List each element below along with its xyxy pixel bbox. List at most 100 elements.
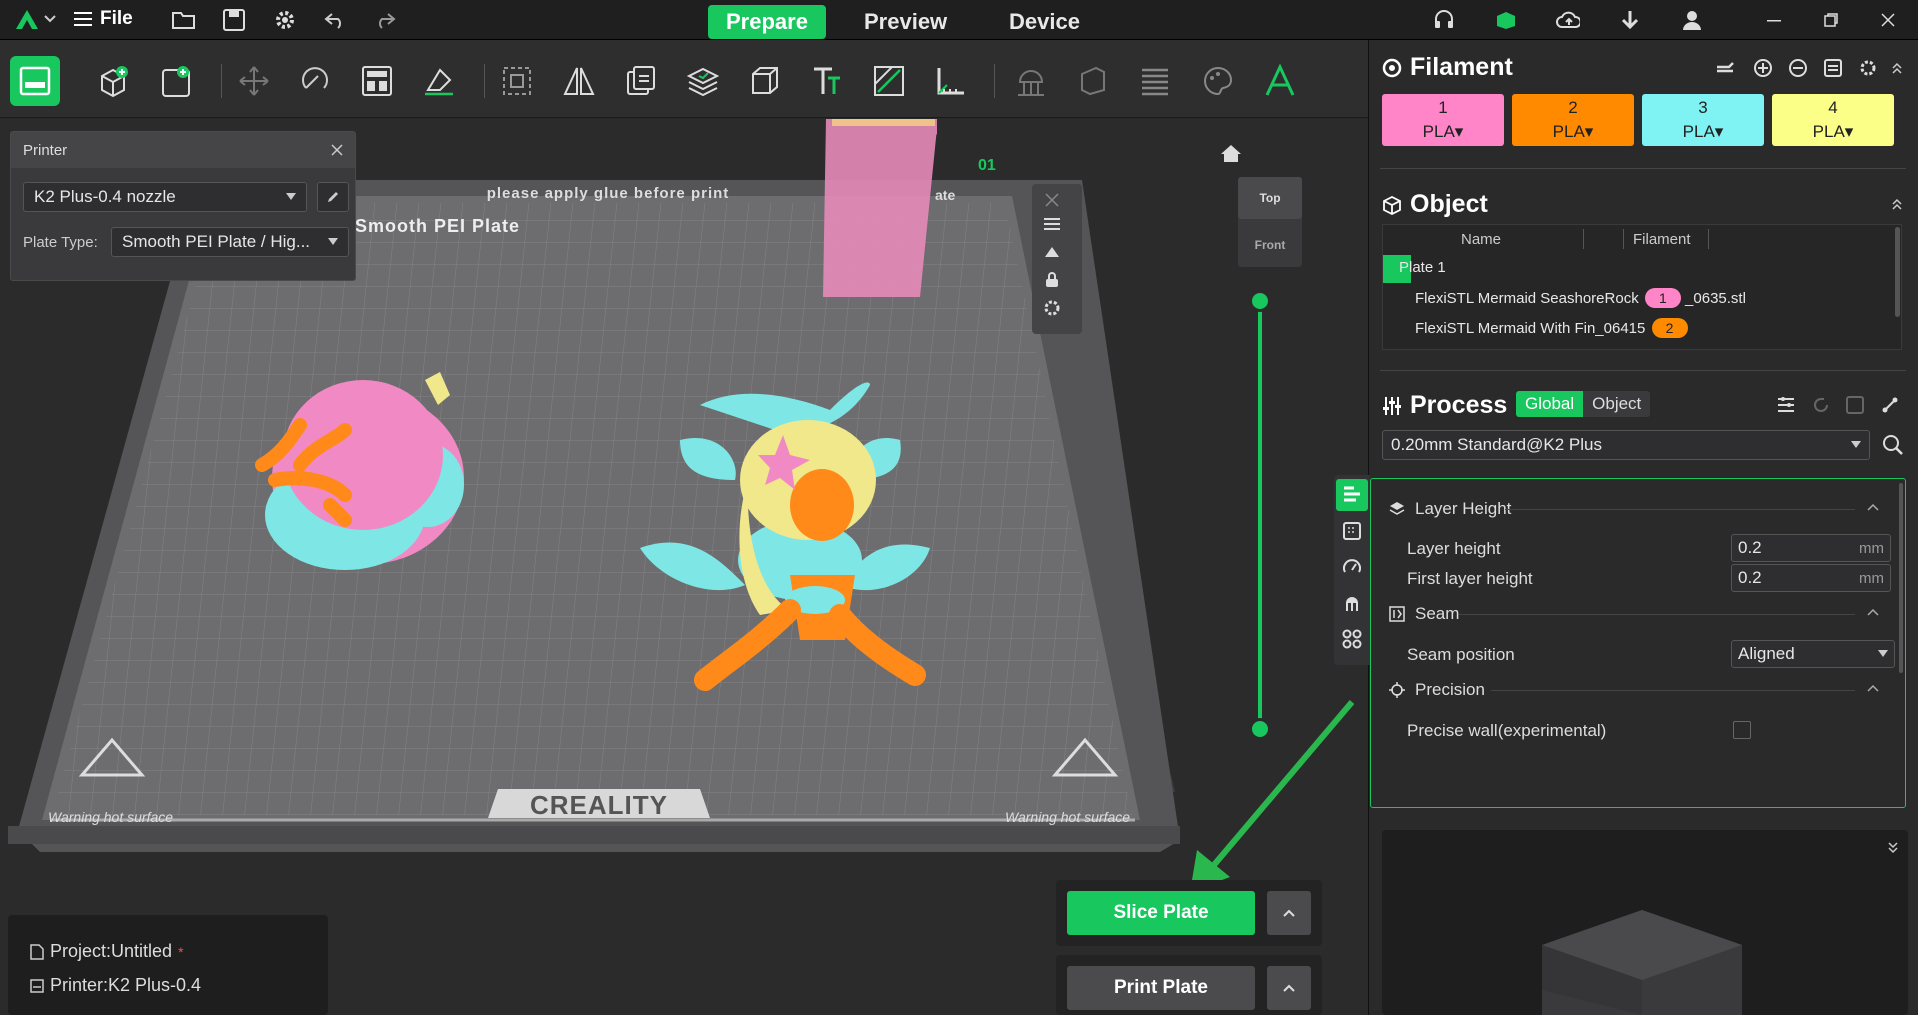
layer-height-input[interactable]: 0.2 mm (1731, 534, 1891, 562)
remove-filament-icon[interactable] (1786, 56, 1810, 80)
expand-down-icon[interactable] (1888, 842, 1898, 854)
plate-list-icon[interactable] (1040, 212, 1064, 236)
filament-slot-4[interactable]: 4 PLA▾ (1772, 94, 1894, 146)
scale-tool-button[interactable] (492, 56, 542, 106)
model-library-icon[interactable] (1494, 8, 1518, 32)
split-tool-button[interactable] (616, 56, 666, 106)
layer-slider-track[interactable] (1258, 300, 1262, 729)
file-menu[interactable]: File (74, 8, 133, 30)
add-plate-button[interactable] (151, 56, 201, 106)
close-window-icon[interactable] (1876, 8, 1900, 32)
tab-global[interactable]: Global (1516, 391, 1584, 417)
support-category-icon[interactable] (1340, 591, 1364, 615)
plate-row[interactable]: Plate 1 (1399, 259, 1446, 276)
text-tool-button[interactable] (802, 56, 852, 106)
process-preset-select[interactable]: 0.20mm Standard@K2 Plus (1382, 430, 1870, 460)
filament-slot-2[interactable]: 2 PLA▾ (1512, 94, 1634, 146)
plate-type-select[interactable]: Smooth PEI Plate / Hig... (111, 227, 349, 257)
tab-device[interactable]: Device (991, 5, 1098, 39)
object-list-scrollbar[interactable] (1895, 227, 1900, 317)
filament-swap-icon[interactable] (1821, 56, 1845, 80)
close-icon[interactable] (331, 144, 343, 156)
search-icon[interactable] (1881, 433, 1905, 457)
app-logo[interactable] (14, 8, 56, 30)
mirror-tool-button[interactable] (554, 56, 604, 106)
tab-object[interactable]: Object (1583, 391, 1651, 417)
strength-category-icon[interactable] (1340, 519, 1364, 543)
color-paint-button[interactable] (1193, 56, 1243, 106)
object-row-1[interactable]: FlexiSTL Mermaid SeashoreRock 1 _0635.st… (1415, 288, 1746, 308)
save-icon[interactable] (222, 8, 246, 32)
user-account-icon[interactable] (1680, 8, 1704, 32)
chevron-up-icon[interactable] (1867, 608, 1879, 616)
seam-paint-button[interactable] (864, 56, 914, 106)
reset-icon[interactable] (1809, 393, 1833, 417)
minimize-icon[interactable] (1762, 8, 1786, 32)
open-folder-icon[interactable] (172, 8, 196, 32)
support-tool-button[interactable] (1006, 56, 1056, 106)
add-object-button[interactable] (88, 56, 138, 106)
rotate-tool-button[interactable] (290, 56, 340, 106)
add-filament-icon[interactable] (1751, 56, 1775, 80)
cloud-upload-icon[interactable] (1556, 8, 1580, 32)
slice-expand-button[interactable] (1267, 891, 1311, 935)
printer-select[interactable]: K2 Plus-0.4 nozzle (23, 182, 307, 212)
chevron-up-icon[interactable] (1867, 684, 1879, 692)
view-top[interactable]: Top (1238, 177, 1302, 219)
view-front[interactable]: Front (1238, 225, 1302, 265)
view-cube[interactable]: Top Front (1238, 177, 1302, 267)
compare-presets-icon[interactable] (1878, 393, 1902, 417)
filament-settings-icon[interactable] (1856, 56, 1880, 80)
lay-on-face-button[interactable] (414, 56, 464, 106)
print-plate-button[interactable]: Print Plate (1067, 966, 1255, 1010)
seam-position-select[interactable]: Aligned (1731, 640, 1895, 668)
chevron-up-icon[interactable] (1867, 503, 1879, 511)
plate-settings-icon[interactable] (1040, 296, 1064, 320)
auto-orient-icon[interactable] (1040, 240, 1064, 264)
save-preset-icon[interactable] (1843, 393, 1867, 417)
support-headset-icon[interactable] (1432, 8, 1456, 32)
plate-view-button[interactable] (10, 56, 60, 106)
precise-wall-checkbox[interactable] (1733, 721, 1751, 739)
support-paint-button[interactable] (678, 56, 728, 106)
move-tool-button[interactable] (229, 56, 279, 106)
precision-group-header[interactable]: Precision (1389, 680, 1485, 700)
filament-sync-icon[interactable] (1713, 56, 1737, 80)
layer-range-button[interactable] (1130, 56, 1180, 106)
plate-close-icon[interactable] (1040, 188, 1064, 212)
speed-category-icon[interactable] (1340, 555, 1364, 579)
others-category-icon[interactable] (1340, 627, 1364, 651)
edit-printer-button[interactable] (317, 182, 349, 212)
process-list-icon[interactable] (1774, 393, 1798, 417)
redo-icon[interactable] (373, 8, 397, 32)
measure-tool-button[interactable] (926, 56, 976, 106)
collapse-filament-icon[interactable] (1885, 56, 1909, 80)
variable-layer-button[interactable] (1068, 56, 1118, 106)
tab-preview[interactable]: Preview (846, 5, 965, 39)
home-view-icon[interactable] (1219, 141, 1243, 165)
layer-slider-top-handle[interactable] (1249, 290, 1271, 312)
assembly-button[interactable] (1255, 56, 1305, 106)
arrange-button[interactable] (352, 56, 402, 106)
quality-category-icon[interactable] (1336, 479, 1368, 511)
restore-icon[interactable] (1819, 8, 1843, 32)
cut-tool-button[interactable] (740, 56, 790, 106)
layer-height-group-header[interactable]: Layer Height (1389, 499, 1511, 519)
undo-icon[interactable] (323, 8, 347, 32)
object-row-2[interactable]: FlexiSTL Mermaid With Fin_06415 2 (1415, 318, 1688, 338)
plate-lock-icon[interactable] (1040, 268, 1064, 292)
slice-plate-button[interactable]: Slice Plate (1067, 891, 1255, 935)
filament-badge[interactable]: 1 (1644, 288, 1681, 308)
settings-scrollbar[interactable] (1899, 483, 1903, 673)
settings-gear-icon[interactable] (273, 8, 297, 32)
first-layer-height-input[interactable]: 0.2 mm (1731, 564, 1891, 592)
tab-prepare[interactable]: Prepare (708, 5, 826, 39)
collapse-object-icon[interactable] (1885, 192, 1909, 216)
seam-group-header[interactable]: Seam (1389, 604, 1459, 624)
filament-badge[interactable]: 2 (1651, 318, 1688, 338)
filament-slot-1[interactable]: 1 PLA▾ (1382, 94, 1504, 146)
layer-slider-bottom-handle[interactable] (1249, 718, 1271, 740)
print-expand-button[interactable] (1267, 966, 1311, 1010)
filament-slot-3[interactable]: 3 PLA▾ (1642, 94, 1764, 146)
download-icon[interactable] (1618, 8, 1642, 32)
